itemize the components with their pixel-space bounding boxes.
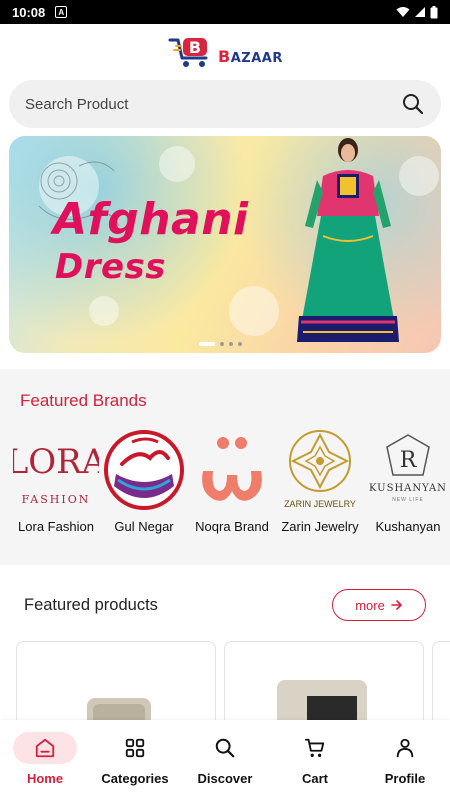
brand-logo-kushanyan: R KUSHANYAN NEW LIFE — [363, 427, 450, 513]
nav-categories[interactable]: Categories — [90, 732, 180, 786]
svg-text:B: B — [189, 38, 201, 57]
nav-label: Cart — [301, 771, 328, 786]
banner-headline: Afghani Dress — [53, 194, 249, 287]
home-icon — [35, 738, 55, 758]
model-dress-image — [297, 138, 399, 342]
search-bar[interactable] — [9, 80, 441, 128]
brand-name: Zarin Jewelry — [281, 519, 359, 534]
status-bar: 10:08 A — [0, 0, 450, 24]
cart-logo-icon: B — [168, 38, 208, 67]
brand-list: LORA FASHION Lora Fashion Gul Negar Noqr… — [0, 427, 450, 547]
pagination-dot[interactable] — [229, 342, 233, 346]
brand-item-gul-negar[interactable]: Gul Negar — [99, 427, 189, 534]
svg-text:LORA: LORA — [13, 442, 99, 482]
promo-banner[interactable]: Afghani Dress — [9, 136, 441, 353]
brand-logo-zarin: ZARIN JEWELRY — [275, 427, 365, 513]
search-icon — [215, 738, 235, 758]
status-time: 10:08 — [12, 4, 46, 20]
more-button[interactable]: more — [332, 589, 426, 621]
pagination-dot[interactable] — [220, 342, 224, 346]
pagination-dot-active[interactable] — [199, 342, 215, 346]
brand-item-kushanyan[interactable]: R KUSHANYAN NEW LIFE Kushanyan — [363, 427, 450, 534]
pagination-dot[interactable] — [238, 342, 242, 346]
brand-name: Gul Negar — [114, 519, 174, 534]
search-input[interactable] — [25, 95, 401, 113]
nav-label: Home — [26, 771, 64, 786]
nav-profile[interactable]: Profile — [360, 732, 450, 786]
cart-icon — [304, 738, 325, 757]
nav-cart-pill — [283, 732, 347, 764]
nav-cart[interactable]: Cart — [270, 732, 360, 786]
nav-label: Categories — [101, 771, 169, 786]
arrow-right-icon — [391, 600, 402, 610]
svg-text:KUSHANYAN: KUSHANYAN — [369, 483, 447, 494]
nav-discover[interactable]: Discover — [180, 732, 270, 786]
wifi-icon — [396, 7, 410, 17]
svg-text:ZARIN JEWELRY: ZARIN JEWELRY — [284, 499, 356, 509]
brand-item-lora-fashion[interactable]: LORA FASHION Lora Fashion — [11, 427, 101, 534]
brand-logo-lora: LORA FASHION — [11, 427, 101, 513]
profile-icon — [396, 738, 414, 758]
status-indicators — [396, 5, 438, 19]
battery-icon — [430, 5, 438, 18]
bottom-navigation: Home Categories Discover Cart Profile — [0, 720, 450, 800]
featured-brands-section: Featured Brands LORA FASHION Lora Fashio… — [0, 369, 450, 565]
brand-name: Noqra Brand — [195, 519, 269, 534]
nav-home-pill — [13, 732, 77, 764]
grid-icon — [125, 738, 145, 758]
featured-products-header: Featured products more — [0, 580, 450, 630]
logo-wordmark: BAZAAR — [218, 46, 283, 66]
svg-text:NEW LIFE: NEW LIFE — [392, 497, 424, 503]
notification-icon: A — [55, 6, 68, 18]
brand-name: Kushanyan — [375, 519, 441, 534]
svg-text:FASHION: FASHION — [22, 493, 91, 506]
nav-label: Discover — [197, 771, 253, 786]
nav-label: Profile — [384, 771, 426, 786]
brand-logo-gul-negar — [99, 427, 189, 513]
featured-products-title: Featured products — [24, 596, 158, 614]
app-logo: B BAZAAR — [168, 32, 283, 72]
nav-categories-pill — [103, 732, 167, 764]
brand-name: Lora Fashion — [18, 519, 94, 534]
brand-item-zarin-jewelry[interactable]: ZARIN JEWELRY Zarin Jewelry — [275, 427, 365, 534]
banner-pagination — [199, 342, 242, 346]
brand-logo-noqra — [187, 427, 277, 513]
featured-brands-title: Featured Brands — [20, 391, 147, 410]
signal-icon — [415, 7, 425, 17]
nav-home[interactable]: Home — [0, 732, 90, 786]
nav-discover-pill — [193, 732, 257, 764]
search-icon[interactable] — [401, 92, 425, 116]
app-screen: 10:08 A B BAZAAR Search Product Afghani … — [0, 0, 450, 800]
more-button-label: more — [355, 597, 385, 613]
brand-item-noqra-brand[interactable]: Noqra Brand — [187, 427, 277, 534]
nav-profile-pill — [373, 732, 437, 764]
svg-text:R: R — [400, 448, 418, 473]
